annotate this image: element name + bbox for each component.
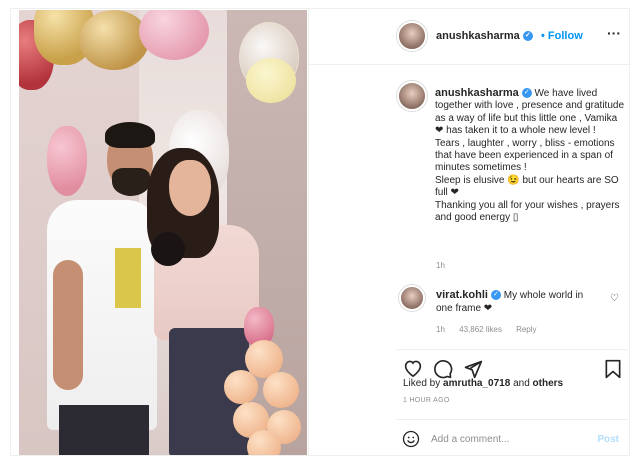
emoji-icon[interactable] xyxy=(402,430,420,453)
comment-meta: 1h 43,862 likes Reply xyxy=(436,325,549,334)
author-avatar[interactable] xyxy=(397,21,427,51)
caption-line: Tears , laughter , worry , bliss - emoti… xyxy=(435,137,615,174)
balloon-pink xyxy=(47,126,87,196)
verified-badge-icon: ✓ xyxy=(522,31,533,42)
caption-line: Sleep is elusive 😉 but our hearts are SO… xyxy=(435,174,619,199)
man-arm xyxy=(53,260,83,390)
liked-by-user[interactable]: amrutha_0718 xyxy=(443,378,510,389)
liked-by-prefix: Liked by xyxy=(403,378,441,389)
caption-username[interactable]: anushkasharma xyxy=(435,87,519,99)
add-comment-bar: Add a comment... Post xyxy=(397,419,627,456)
comment-time: 1h xyxy=(436,325,445,334)
bookmark-icon[interactable] xyxy=(604,359,622,384)
woman-face xyxy=(169,160,211,216)
post-photo[interactable] xyxy=(19,10,307,455)
action-bar xyxy=(397,349,627,379)
author-username-text[interactable]: anushkasharma xyxy=(436,30,520,42)
instagram-post: anushkasharma ✓ • Follow ··· anushkasharm… xyxy=(10,8,631,457)
caption-avatar[interactable] xyxy=(397,81,427,111)
balloon-peach xyxy=(224,370,258,404)
caption-time: 1h xyxy=(436,261,445,270)
balloon-yellow xyxy=(246,58,296,103)
liked-by-others[interactable]: others xyxy=(533,378,564,389)
post-header: anushkasharma ✓ • Follow ··· xyxy=(309,9,631,65)
man-beard xyxy=(112,168,150,196)
baby xyxy=(151,232,185,266)
man-hair xyxy=(105,122,155,148)
caption-line: Thanking you all for your wishes , praye… xyxy=(435,199,620,224)
add-comment-input[interactable]: Add a comment... xyxy=(431,434,509,445)
balloon-gold xyxy=(79,10,149,70)
verified-badge-icon: ✓ xyxy=(521,88,532,99)
comment-reply[interactable]: Reply xyxy=(516,325,536,334)
balloon-pink xyxy=(139,10,209,60)
follow-button[interactable]: • Follow xyxy=(541,30,583,42)
caption-text: anushkasharma ✓ We have lived together wi… xyxy=(435,87,627,224)
shirt-print xyxy=(115,248,141,308)
comment-text: virat.kohli ✓ My whole world in one frame… xyxy=(436,289,596,315)
follow-label[interactable]: Follow xyxy=(548,30,583,42)
liked-by-connector: and xyxy=(513,378,530,389)
comment-likes[interactable]: 43,862 likes xyxy=(459,325,502,334)
post-sidebar: anushkasharma ✓ • Follow ··· anushkasharm… xyxy=(308,9,631,457)
comment-like-icon[interactable]: ♡ xyxy=(610,293,619,304)
balloon-peach xyxy=(263,372,299,408)
liked-by: Liked by amrutha_0718 and others xyxy=(403,378,563,389)
commenter-avatar[interactable] xyxy=(399,285,425,311)
author-username[interactable]: anushkasharma ✓ xyxy=(436,30,533,42)
post-comment-button[interactable]: Post xyxy=(597,434,619,445)
commenter-username[interactable]: virat.kohli xyxy=(436,289,488,301)
verified-badge-icon: ✓ xyxy=(490,290,501,301)
more-options-icon[interactable]: ··· xyxy=(607,25,621,41)
man-jeans xyxy=(59,405,149,455)
post-timestamp[interactable]: 1 HOUR AGO xyxy=(403,397,450,404)
